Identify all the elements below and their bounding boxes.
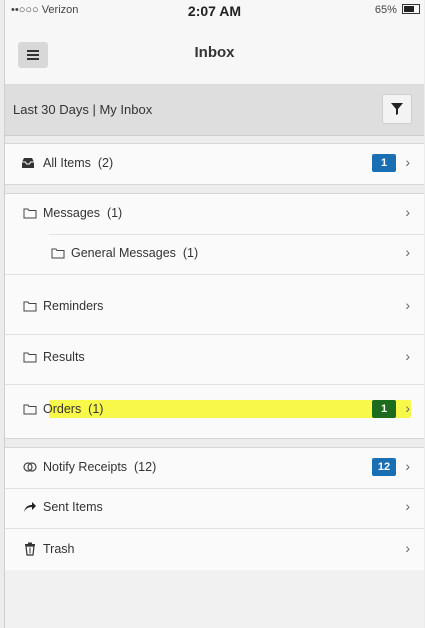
page-title: Inbox <box>194 44 235 61</box>
folder-row-trash[interactable]: Trash › <box>5 530 424 570</box>
battery-icon <box>402 4 420 14</box>
folder-label: Results <box>43 350 85 364</box>
row-divider <box>5 274 424 275</box>
status-time: 2:07 AM <box>187 3 242 19</box>
folder-row-general-messages[interactable]: General Messages (1) › <box>5 234 424 274</box>
folder-label: Notify Receipts <box>43 460 128 474</box>
chevron-right-icon: › <box>405 297 410 313</box>
unread-badge: 12 <box>372 458 396 476</box>
trash-icon <box>25 542 35 556</box>
folder-row-results[interactable]: Results › <box>5 338 424 378</box>
chevron-right-icon: › <box>405 244 410 260</box>
folder-row-all-items[interactable]: All Items (2) 1 › <box>5 144 424 184</box>
folder-row-messages[interactable]: Messages (1) › <box>5 194 424 234</box>
empty-area <box>5 570 424 628</box>
chevron-right-icon: › <box>405 400 410 416</box>
unread-badge: 1 <box>372 400 396 418</box>
filter-bar: Last 30 Days | My Inbox <box>5 85 424 136</box>
folder-label: General Messages <box>71 246 176 260</box>
chevron-right-icon: › <box>405 498 410 514</box>
status-bar: ••○○○ Verizon 2:07 AM 65% <box>5 0 424 22</box>
chevron-right-icon: › <box>405 348 410 364</box>
folder-label: Messages <box>43 206 100 220</box>
all-items-group: All Items (2) 1 › <box>5 143 424 185</box>
row-divider <box>5 384 424 385</box>
folder-icon <box>23 352 37 363</box>
inbox-tray-icon <box>22 158 34 168</box>
folder-count: (1) <box>182 246 199 260</box>
receipt-icon <box>23 462 37 472</box>
folder-row-reminders[interactable]: Reminders › <box>5 287 424 327</box>
folder-count: (1) <box>88 402 104 416</box>
battery-percent: 65% <box>374 4 397 16</box>
phone-screen: ••○○○ Verizon 2:07 AM 65% Inbox Last 30 … <box>4 0 424 628</box>
chevron-right-icon: › <box>405 458 410 474</box>
row-divider <box>5 528 424 529</box>
filter-summary: Last 30 Days | My Inbox <box>13 102 153 117</box>
other-folders-group: Notify Receipts (12) 12 › Sent Items › T… <box>5 447 424 571</box>
filter-button[interactable] <box>382 94 412 124</box>
folder-label: Sent Items <box>43 500 103 514</box>
folder-icon <box>23 208 37 219</box>
folder-row-orders[interactable]: Orders (1) 1 › <box>5 390 424 430</box>
folder-label: Trash <box>43 542 75 556</box>
folder-row-sent-items[interactable]: Sent Items › <box>5 488 424 528</box>
chevron-right-icon: › <box>405 154 410 170</box>
folder-label: Reminders <box>43 299 104 313</box>
folder-count: (12) <box>134 460 157 474</box>
folder-icon <box>23 404 37 415</box>
folder-count: (1) <box>106 206 123 220</box>
folders-group: Messages (1) › General Messages (1) › Re… <box>5 193 424 439</box>
navigation-bar: Inbox <box>5 22 424 85</box>
folder-row-notify-receipts[interactable]: Notify Receipts (12) 12 › <box>5 448 424 488</box>
chevron-right-icon: › <box>405 540 410 556</box>
unread-badge: 1 <box>372 154 396 172</box>
folder-icon <box>23 301 37 312</box>
folder-icon <box>51 248 65 259</box>
battery-status: 65% <box>375 4 420 16</box>
folder-label: All Items <box>43 156 91 170</box>
row-divider <box>5 334 424 335</box>
funnel-icon <box>391 103 403 115</box>
folder-label: Orders <box>43 402 82 416</box>
sent-arrow-icon <box>24 502 36 512</box>
chevron-right-icon: › <box>405 204 410 220</box>
folder-count: (2) <box>97 156 114 170</box>
